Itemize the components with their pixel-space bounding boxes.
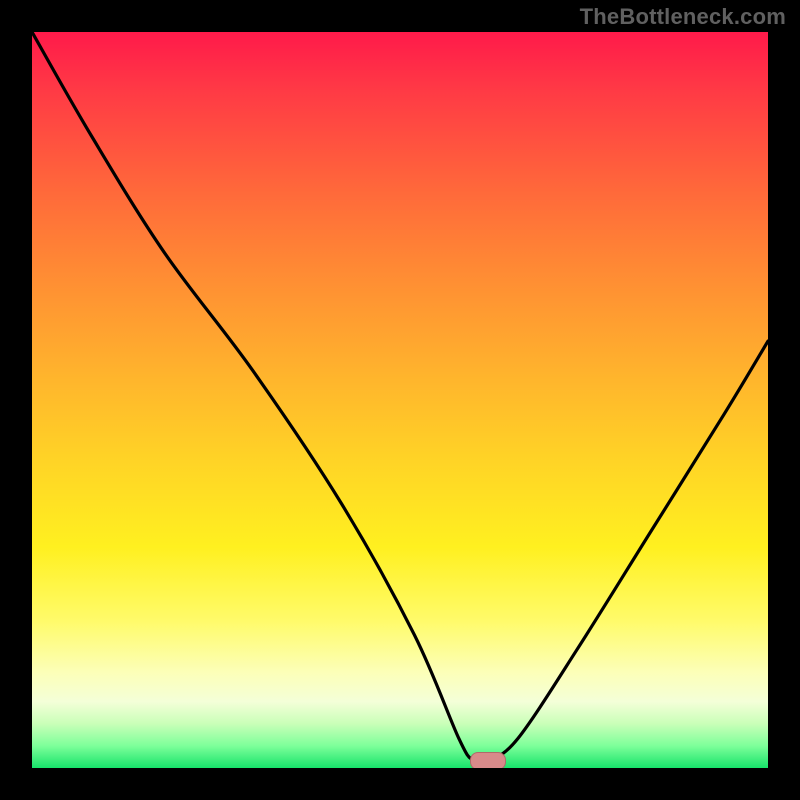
plot-area	[32, 32, 768, 768]
optimal-point-marker	[470, 752, 506, 768]
attribution-text: TheBottleneck.com	[580, 4, 786, 30]
curve-path	[32, 32, 768, 763]
chart-frame: TheBottleneck.com	[0, 0, 800, 800]
bottleneck-curve	[32, 32, 768, 768]
